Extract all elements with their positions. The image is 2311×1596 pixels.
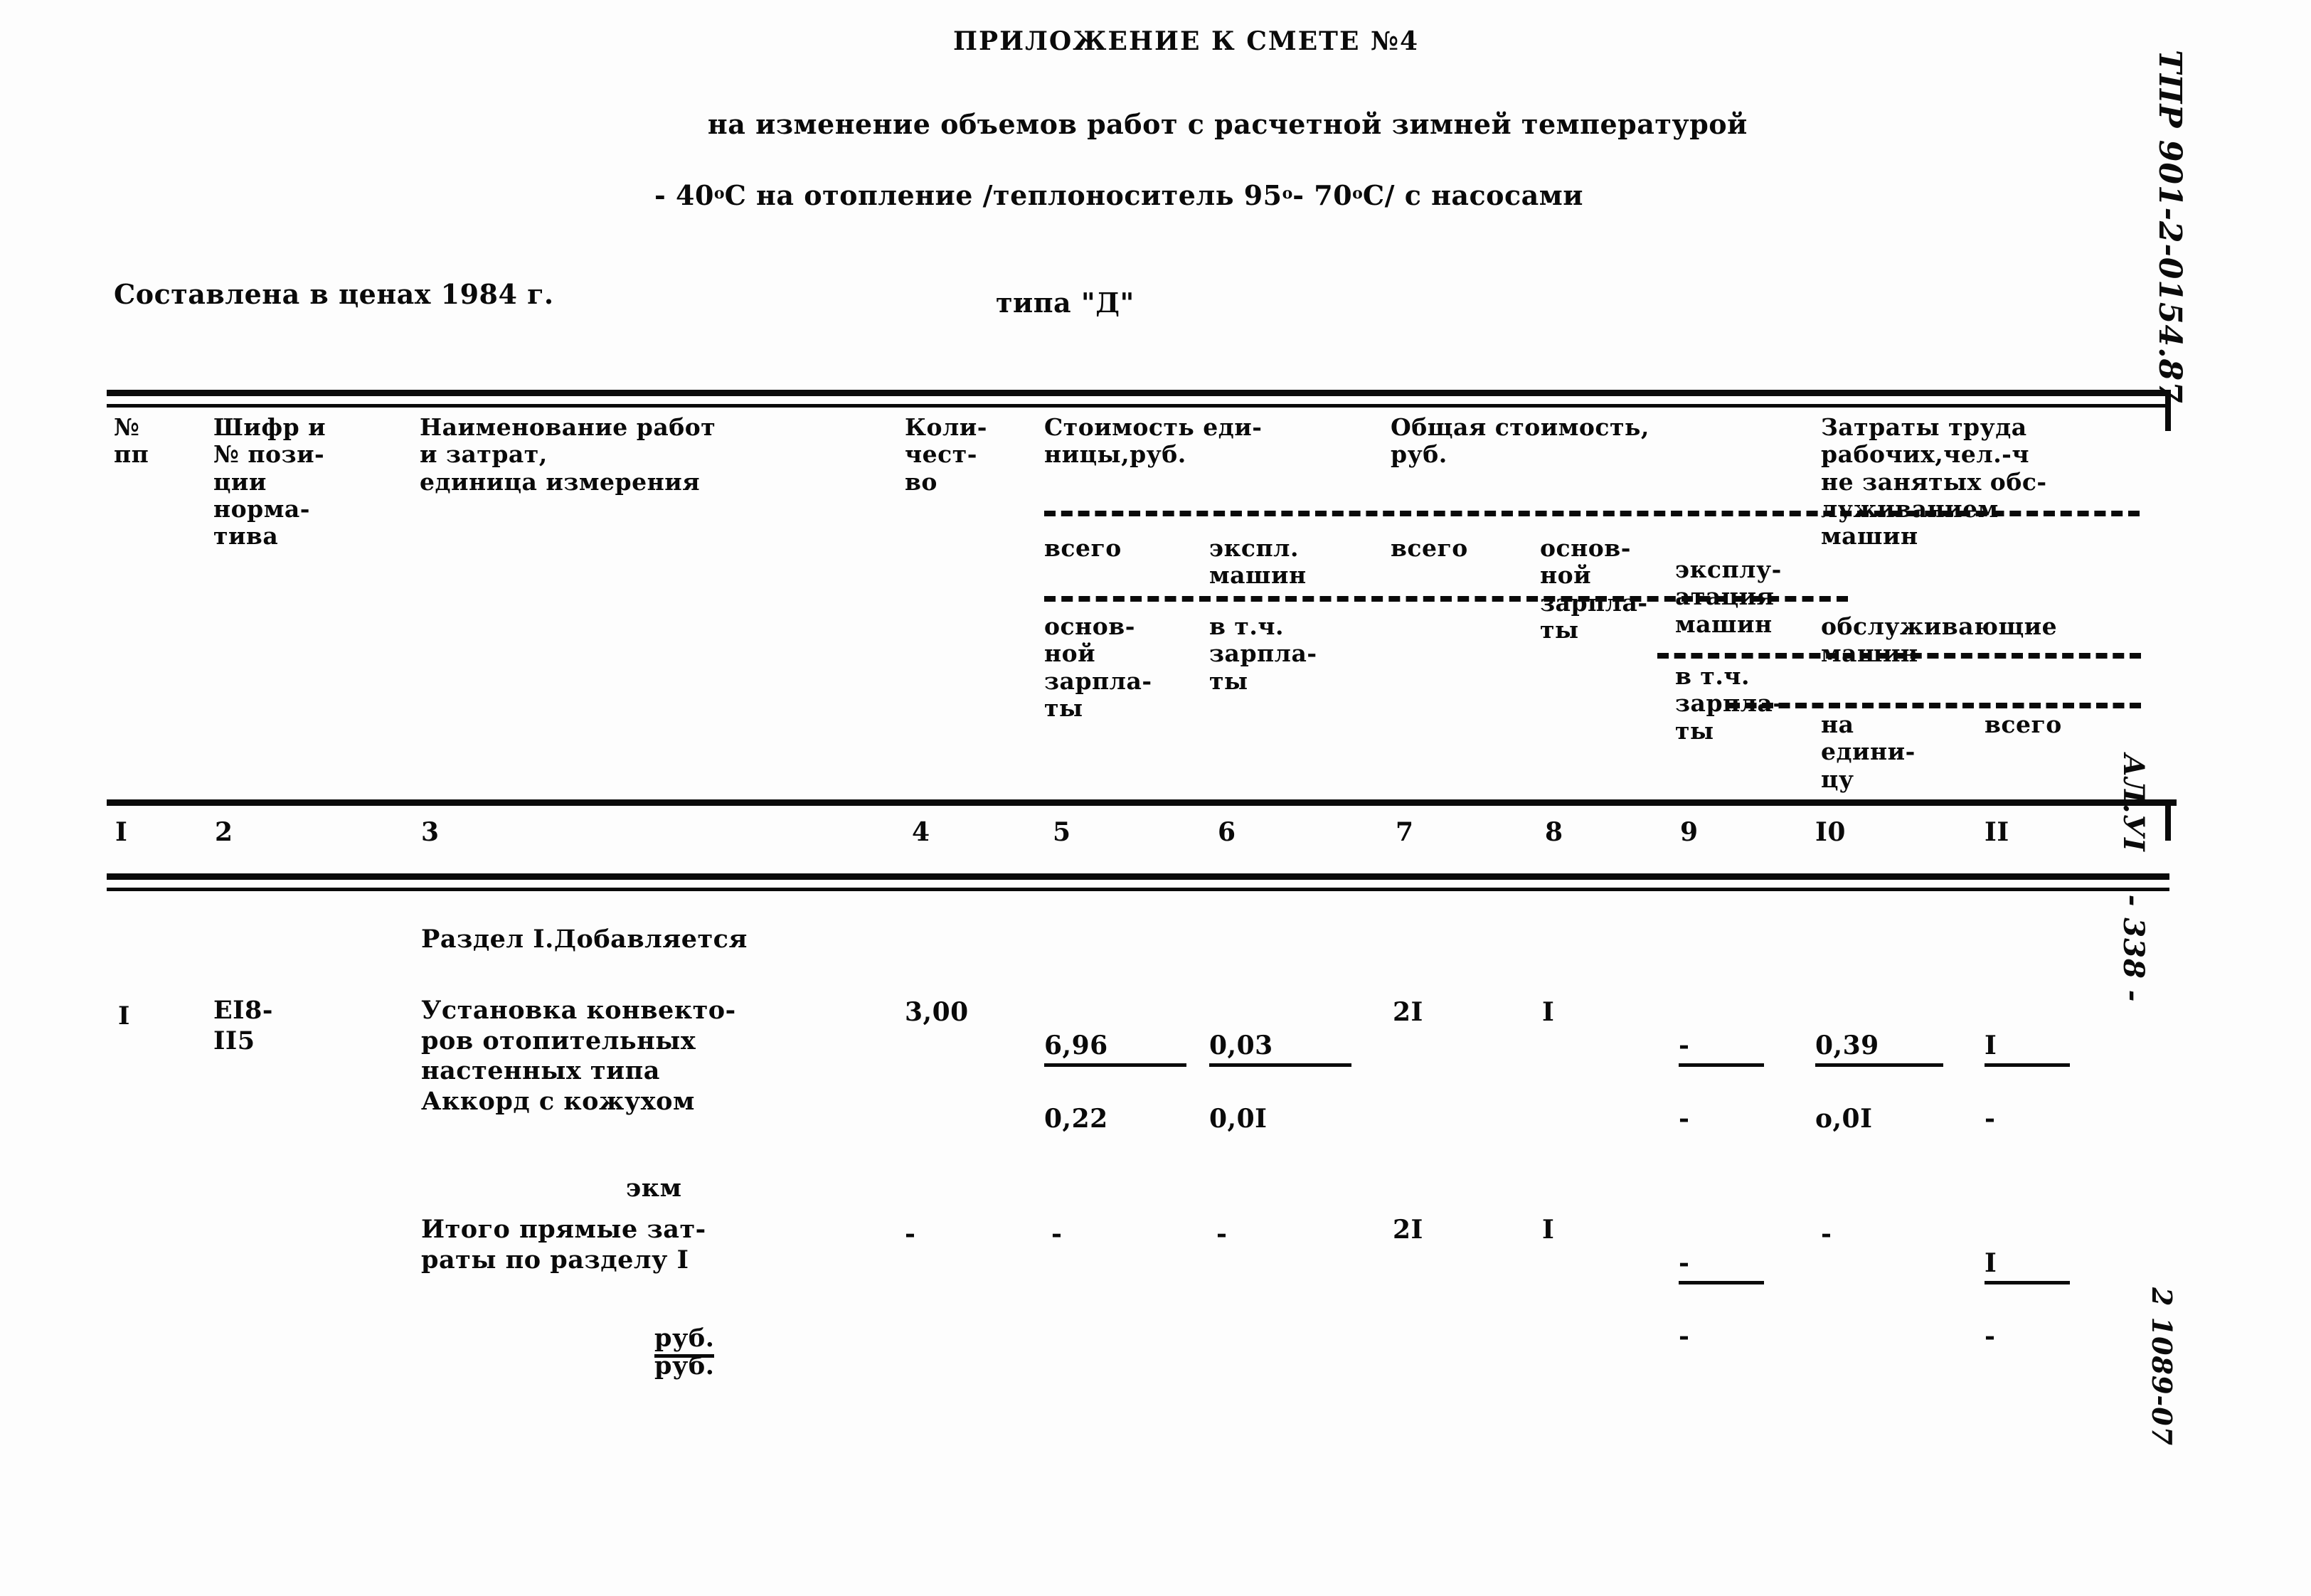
prices-note: Составлена в ценах 1984 г. bbox=[114, 278, 554, 310]
row-1-col-9-top: - bbox=[1679, 1029, 1764, 1067]
row-1-col-8: I bbox=[1542, 997, 1555, 1027]
row-1-col-11-bot: - bbox=[1985, 1104, 1996, 1134]
row-1-col-3: Установка конвекто- ров отопительных нас… bbox=[421, 996, 736, 1117]
side-sheet: АЛ.УI bbox=[2117, 753, 2151, 852]
row-2-col-3-unit-b: руб. bbox=[654, 1351, 715, 1380]
colnum-8: 8 bbox=[1545, 817, 1563, 847]
degree-sign-1: o bbox=[713, 184, 725, 203]
header-col-5-base-wage: основ- ной зарпла- ты bbox=[1044, 612, 1152, 722]
header-col-1: № пп bbox=[114, 413, 149, 469]
row-1-col-9: - - bbox=[1679, 996, 1764, 1169]
side-page-number: - 338 - bbox=[2117, 894, 2151, 1003]
row-2-col-4: - bbox=[905, 1219, 916, 1249]
header-col-2: Шифр и № пози- ции норма- тива bbox=[213, 413, 326, 550]
header-col-10: на едини- цу bbox=[1821, 711, 1916, 793]
row-2-col-10: - bbox=[1821, 1219, 1832, 1249]
colnum-1: I bbox=[115, 817, 128, 847]
subtitle-line-3: типа "Д" bbox=[996, 286, 1135, 319]
colnum-5: 5 bbox=[1053, 817, 1071, 847]
document-subtitle: на изменение объемов работ с расчетной з… bbox=[654, 71, 1748, 392]
degree-sign-2: o bbox=[1282, 184, 1293, 203]
row-2-col-9-bot: - bbox=[1679, 1321, 1690, 1352]
subtitle-line-1: на изменение объемов работ с расчетной з… bbox=[707, 108, 1748, 141]
row-2-col-11-bot: - bbox=[1985, 1321, 1996, 1352]
colnum-3: 3 bbox=[421, 817, 440, 847]
header-group-labor: Затраты труда рабочих,чел.-ч не занятых … bbox=[1821, 413, 2047, 550]
side-order-number: 2 1089-07 bbox=[2146, 1287, 2178, 1447]
row-1-col-4: 3,00 bbox=[905, 997, 969, 1027]
row-1-col-11-top: I bbox=[1985, 1029, 2070, 1067]
row-2-col-3-unit-a: руб. bbox=[654, 1293, 797, 1358]
row-2-col-5: - bbox=[1051, 1219, 1063, 1249]
degree-sign-3: o bbox=[1352, 184, 1363, 203]
row-1-col-10: 0,39 о,0I bbox=[1815, 996, 1943, 1169]
page-title: ПРИЛОЖЕНИЕ К СМЕТЕ №4 bbox=[953, 26, 1420, 56]
colnum-10: I0 bbox=[1815, 817, 1846, 847]
colnum-6: 6 bbox=[1218, 817, 1236, 847]
row-1-col-6: 0,03 0,0I bbox=[1209, 996, 1351, 1169]
row-1-col-3-unit: экм bbox=[626, 1174, 682, 1203]
row-1-col-1: I bbox=[118, 1001, 130, 1031]
header-col-3: Наименование работ и затрат, единица изм… bbox=[420, 413, 716, 496]
colnum-11: II bbox=[1985, 817, 2009, 847]
row-1-col-10-bot: о,0I bbox=[1815, 1104, 1873, 1134]
row-1-col-5-top: 6,96 bbox=[1044, 1029, 1186, 1067]
header-col-4: Коли- чест- во bbox=[905, 413, 987, 496]
header-col-9-wage: в т.ч. зарпла- ты bbox=[1675, 662, 1783, 745]
row-1-col-10-top: 0,39 bbox=[1815, 1029, 1943, 1067]
colnum-2: 2 bbox=[215, 817, 233, 847]
row-2-col-9: - - bbox=[1679, 1213, 1764, 1387]
document-page: ПРИЛОЖЕНИЕ К СМЕТЕ №4 на изменение объем… bbox=[0, 0, 2311, 1596]
header-col-8: основ- ной зарпла- ты bbox=[1540, 534, 1648, 644]
table-top-rule-outer bbox=[107, 390, 2169, 396]
row-1-col-2: EI8- II5 bbox=[213, 996, 273, 1055]
row-1-col-7: 2I bbox=[1393, 997, 1423, 1027]
header-group-labor-servicing: обслуживающие машин bbox=[1821, 612, 2058, 668]
table-top-rule-inner bbox=[107, 404, 2169, 408]
table-header-bottom-rule bbox=[107, 799, 2177, 806]
header-col-9-machine-operation: эксплу- атация машин bbox=[1675, 555, 1782, 638]
row-2-col-11: I - bbox=[1985, 1213, 2070, 1387]
subtitle-line-2: - 40oС на отопление /теплоноситель 95o- … bbox=[654, 179, 1583, 212]
row-1-col-11: I - bbox=[1985, 996, 2070, 1169]
row-1-col-5-bot: 0,22 bbox=[1044, 1104, 1108, 1134]
row-1-col-5: 6,96 0,22 bbox=[1044, 996, 1186, 1169]
side-document-code: ТПР 901-2-0154.87 bbox=[2152, 50, 2188, 404]
header-col-5-all: всего bbox=[1044, 534, 1122, 562]
row-2-col-7: 2I bbox=[1393, 1215, 1423, 1245]
colnum-7: 7 bbox=[1396, 817, 1414, 847]
header-col-6-machines: экспл. машин bbox=[1209, 534, 1307, 590]
row-2-col-3: Итого прямые зат- раты по разделу I bbox=[421, 1215, 706, 1275]
row-2-col-9-top: - bbox=[1679, 1247, 1764, 1284]
side-sheet-and-page: АЛ.УI - 338 - bbox=[2090, 711, 2177, 1003]
row-1-col-6-top: 0,03 bbox=[1209, 1029, 1351, 1067]
row-2-col-6: - bbox=[1216, 1219, 1228, 1249]
header-col-7: всего bbox=[1391, 534, 1468, 562]
row-2-col-11-top: I bbox=[1985, 1247, 2070, 1284]
row-1-col-6-bot: 0,0I bbox=[1209, 1104, 1268, 1134]
section-heading: Раздел I.Добавляется bbox=[421, 925, 748, 954]
table-colnum-bottom-rule-b bbox=[107, 888, 2169, 891]
header-group-unit-cost: Стоимость еди- ницы,руб. bbox=[1044, 413, 1263, 469]
table-colnum-bottom-rule-a bbox=[107, 873, 2169, 880]
row-2-col-8: I bbox=[1542, 1215, 1555, 1245]
header-col-6-wage: в т.ч. зарпла- ты bbox=[1209, 612, 1317, 695]
colnum-4: 4 bbox=[912, 817, 930, 847]
row-1-col-9-bot: - bbox=[1679, 1104, 1690, 1134]
header-group-total-cost: Общая стоимость, руб. bbox=[1391, 413, 1649, 469]
colnum-9: 9 bbox=[1680, 817, 1699, 847]
